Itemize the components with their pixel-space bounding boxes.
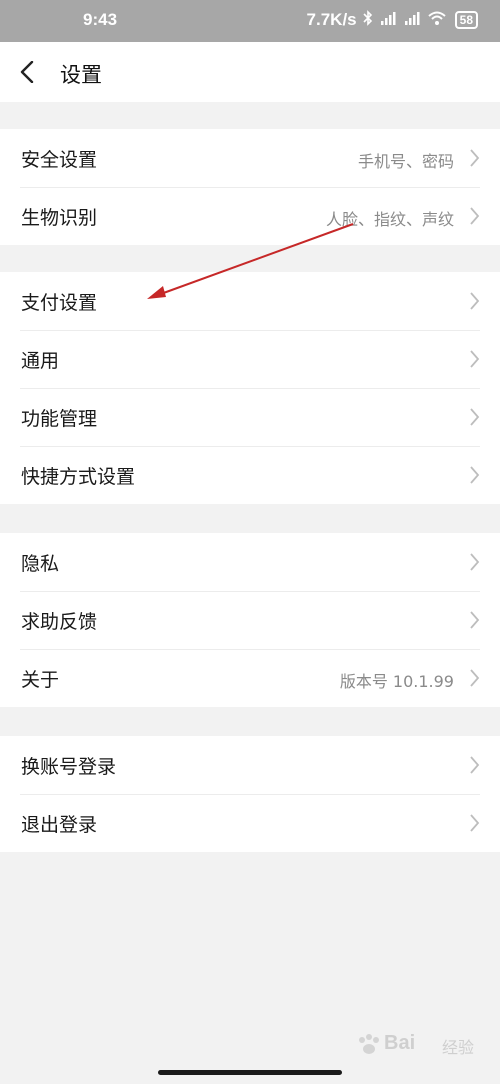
chevron-right-icon [470,149,480,167]
settings-item-general[interactable]: 通用 [0,330,500,388]
settings-item-label: 生物识别 [21,207,98,229]
chevron-right-icon [470,756,480,774]
settings-group-account-switch: 换账号登录 退出登录 [0,736,500,852]
settings-item-label: 功能管理 [21,408,98,430]
settings-item-shortcuts[interactable]: 快捷方式设置 [0,446,500,504]
chevron-left-icon [20,60,34,84]
settings-item-label: 隐私 [21,553,60,575]
watermark: Bai 经验 [356,1030,486,1060]
chevron-right-icon [470,553,480,571]
settings-item-logout[interactable]: 退出登录 [0,794,500,852]
settings-item-feedback[interactable]: 求助反馈 [0,591,500,649]
status-icons: 7.7K/s 58 [307,10,478,30]
settings-item-security[interactable]: 安全设置 手机号、密码 [0,129,500,187]
status-time: 9:43 [83,10,118,29]
settings-item-label: 换账号登录 [21,756,117,778]
network-speed: 7.7K/s [306,10,357,29]
settings-group-account: 安全设置 手机号、密码 生物识别 人脸、指纹、声纹 [0,129,500,245]
chevron-right-icon [470,350,480,368]
settings-item-switch-account[interactable]: 换账号登录 [0,736,500,794]
watermark-brand: Bai [384,1032,416,1054]
chevron-right-icon [470,669,480,687]
chevron-right-icon [470,292,480,310]
battery-icon: 58 [454,11,478,29]
header-bar: 设置 [0,42,500,102]
settings-item-about[interactable]: 关于 版本号 10.1.99 [0,649,500,707]
chevron-right-icon [470,611,480,629]
bluetooth-icon [363,10,373,30]
back-button[interactable] [18,60,38,84]
settings-item-payment[interactable]: 支付设置 [0,272,500,330]
signal-icon-2 [403,10,421,30]
settings-item-label: 求助反馈 [21,611,98,633]
settings-item-biometrics[interactable]: 生物识别 人脸、指纹、声纹 [0,187,500,245]
chevron-right-icon [470,814,480,832]
settings-group-support: 隐私 求助反馈 关于 版本号 10.1.99 [0,533,500,707]
watermark-sub: 经验 [442,1038,475,1057]
settings-item-label: 快捷方式设置 [21,466,136,488]
settings-item-label: 支付设置 [21,292,98,314]
settings-item-label: 退出登录 [21,814,98,836]
settings-item-value: 人脸、指纹、声纹 [325,210,454,229]
version-value: 版本号 10.1.99 [339,672,454,691]
chevron-right-icon [470,466,480,484]
status-bar: 9:43 7.7K/s 58 [0,0,500,42]
signal-icon-1 [379,10,397,30]
settings-group-general: 支付设置 通用 功能管理 快捷方式设置 [0,272,500,504]
settings-item-label: 安全设置 [21,149,98,171]
paw-icon [359,1034,379,1054]
settings-item-value: 手机号、密码 [357,152,454,171]
wifi-icon [427,10,447,30]
page-title: 设置 [60,63,102,87]
chevron-right-icon [470,408,480,426]
settings-item-privacy[interactable]: 隐私 [0,533,500,591]
home-indicator[interactable] [158,1070,342,1075]
settings-item-label: 通用 [21,350,60,372]
chevron-right-icon [470,207,480,225]
settings-item-features[interactable]: 功能管理 [0,388,500,446]
settings-item-label: 关于 [21,669,60,691]
